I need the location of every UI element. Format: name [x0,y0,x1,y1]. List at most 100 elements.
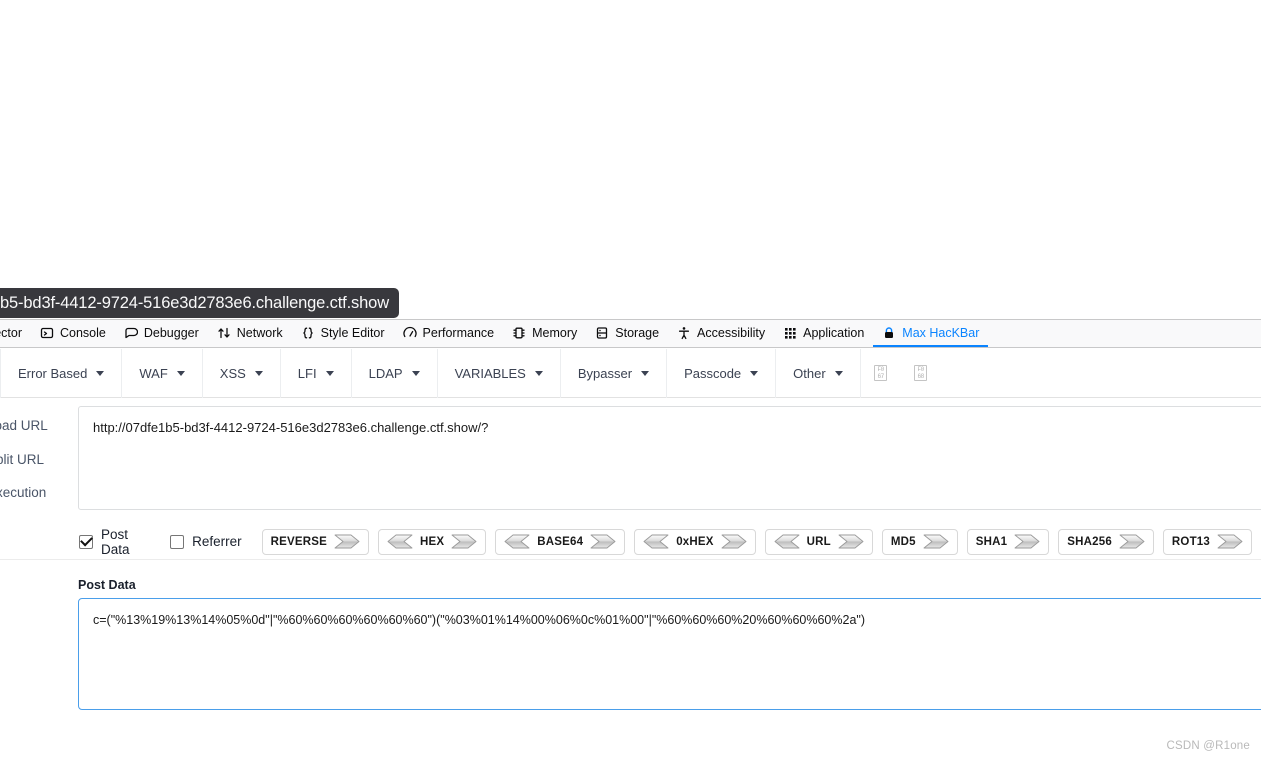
encoder-label: BASE64 [537,535,584,548]
devtools-tab-memory[interactable]: Memory [503,320,586,347]
missing-glyph-top: F0 [917,366,924,373]
devtools-tab-debugger[interactable]: Debugger [115,320,208,347]
chevron-down-icon [96,370,105,376]
missing-glyph-box: F0 67 [874,365,888,381]
devtools-tab-label: Performance [422,325,495,340]
devtools-tab-label: Memory [532,325,578,340]
decode-arrow-left-icon[interactable] [387,534,413,549]
encoder-button-rot13[interactable]: ROT13 [1162,528,1252,555]
missing-glyph-bottom: 68 [917,373,924,380]
encoder-button-hex[interactable]: HEX [377,528,487,555]
storage-icon [595,326,609,340]
encoder-label: REVERSE [270,535,327,548]
checkbox-post-data[interactable]: Post Data [79,527,150,557]
hackbar-menu-waf[interactable]: WAF [122,348,203,398]
chevron-down-icon [411,370,420,376]
chevron-down-icon [534,370,543,376]
checkbox-empty-icon[interactable] [170,534,185,549]
hackbar-menu-other[interactable]: Other [776,348,861,398]
encoder-button-0xhex[interactable]: 0xHEX [634,528,756,555]
encode-arrow-right-icon[interactable] [923,534,949,549]
missing-glyph-box: F0 68 [914,365,928,381]
performance-icon [402,326,417,340]
devtools-tab-application[interactable]: Application [774,320,873,347]
url-status-tooltip: b5-bd3f-4412-9724-516e3d2783e6.challenge… [0,288,399,318]
devtools-tab-style-editor[interactable]: Style Editor [292,320,394,347]
encode-arrow-right-icon[interactable] [721,534,747,549]
encode-arrow-right-icon[interactable] [590,534,616,549]
checkbox-referrer[interactable]: Referrer [170,534,242,549]
encode-arrow-right-icon[interactable] [451,534,477,549]
devtools-tab-label: spector [0,325,22,340]
devtools-tab-label: Max HacKBar [902,325,980,340]
encode-arrow-right-icon[interactable] [838,534,864,549]
load-url-input[interactable]: http://07dfe1b5-bd3f-4412-9724-516e3d278… [78,406,1261,510]
encoder-label: HEX [419,535,445,548]
encoder-button-sha1[interactable]: SHA1 [966,528,1050,555]
hackbar-menu-ldap[interactable]: LDAP [352,348,438,398]
devtools-tab-accessibility[interactable]: Accessibility [668,320,774,347]
hackbar-menu-label: Other [793,365,826,381]
decode-arrow-left-icon[interactable] [774,534,800,549]
hackbar-menu-xss[interactable]: XSS [203,348,281,398]
missing-glyph-f068[interactable]: F0 68 [901,349,941,398]
devtools-tab-label: Storage [615,325,660,340]
checkbox-label: Post Data [101,526,130,557]
hackbar-menu-error-based[interactable]: Error Based [0,348,123,398]
devtools-tab-max-hackbar[interactable]: Max HacKBar [873,320,989,347]
hackbar-menu-label: VARIABLES [454,365,526,381]
devtools-tab-storage[interactable]: Storage [586,320,668,347]
console-icon [40,326,54,340]
checkbox-label: Referrer [192,534,242,549]
devtools-tab-label: Accessibility [697,325,766,340]
decode-arrow-left-icon[interactable] [643,534,669,549]
hackbar-menu-label: Bypasser [577,365,633,381]
chevron-down-icon [750,370,759,376]
url-action-execution[interactable]: Execution [0,483,78,517]
hackbar-menu-label: XSS [219,365,246,381]
chevron-down-icon [176,370,185,376]
devtools-tab-spector[interactable]: spector [0,320,31,347]
decode-arrow-left-icon[interactable] [504,534,530,549]
checkmark-icon[interactable] [79,534,93,549]
hackbar-menu-lfi[interactable]: LFI [281,348,352,398]
encoder-label: SHA256 [1067,535,1112,548]
encoder-button-url[interactable]: URL [764,528,873,555]
hackbar-menu-label: Error Based [18,365,88,381]
hackbar-menu-variables[interactable]: VARIABLES [438,348,561,398]
missing-glyph-top: F0 [877,366,884,373]
hackbar-menu-passcode[interactable]: Passcode [667,348,777,398]
encode-arrow-right-icon[interactable] [1014,534,1040,549]
encode-arrow-right-icon[interactable] [334,534,360,549]
encode-arrow-right-icon[interactable] [1119,534,1145,549]
encoder-label: MD5 [890,535,916,548]
lock-icon [882,326,896,340]
devtools-tab-label: Network [236,325,283,340]
watermark: CSDN @R1one [1166,740,1250,752]
accessibility-icon [677,326,691,340]
post-data-textarea[interactable]: c=("%13%19%13%14%05%0d"|"%60%60%60%60%60… [78,598,1261,710]
encoder-button-md5[interactable]: MD5 [881,528,958,555]
encoder-button-sha256[interactable]: SHA256 [1058,528,1154,555]
encoder-button-reverse[interactable]: REVERSE [261,528,369,555]
missing-glyph-f067[interactable]: F0 67 [861,349,901,398]
missing-glyph-bottom: 67 [877,373,884,380]
devtools-tab-network[interactable]: Network [208,320,292,347]
url-action-labels: Load URLSplit URLExecution [0,399,78,517]
devtools-tab-console[interactable]: Console [31,320,115,347]
encoder-label: ROT13 [1171,535,1210,548]
debugger-icon [124,326,138,340]
encoder-button-base64[interactable]: BASE64 [495,528,626,555]
hackbar-menu-label: WAF [139,365,168,381]
hackbar-menu-label: LFI [297,365,317,381]
load-url-section: Load URLSplit URLExecution http://07dfe1… [0,399,1261,517]
url-action-load-url[interactable]: Load URL [0,416,78,450]
encoder-label: SHA1 [975,535,1008,548]
hackbar-menu-label: LDAP [368,365,403,381]
devtools-tab-performance[interactable]: Performance [394,320,504,347]
chevron-down-icon [254,370,263,376]
url-action-split-url[interactable]: Split URL [0,450,78,484]
encode-arrow-right-icon[interactable] [1217,534,1243,549]
hackbar-menu-bypasser[interactable]: Bypasser [561,348,668,398]
devtools-tab-label: Debugger [143,325,199,340]
